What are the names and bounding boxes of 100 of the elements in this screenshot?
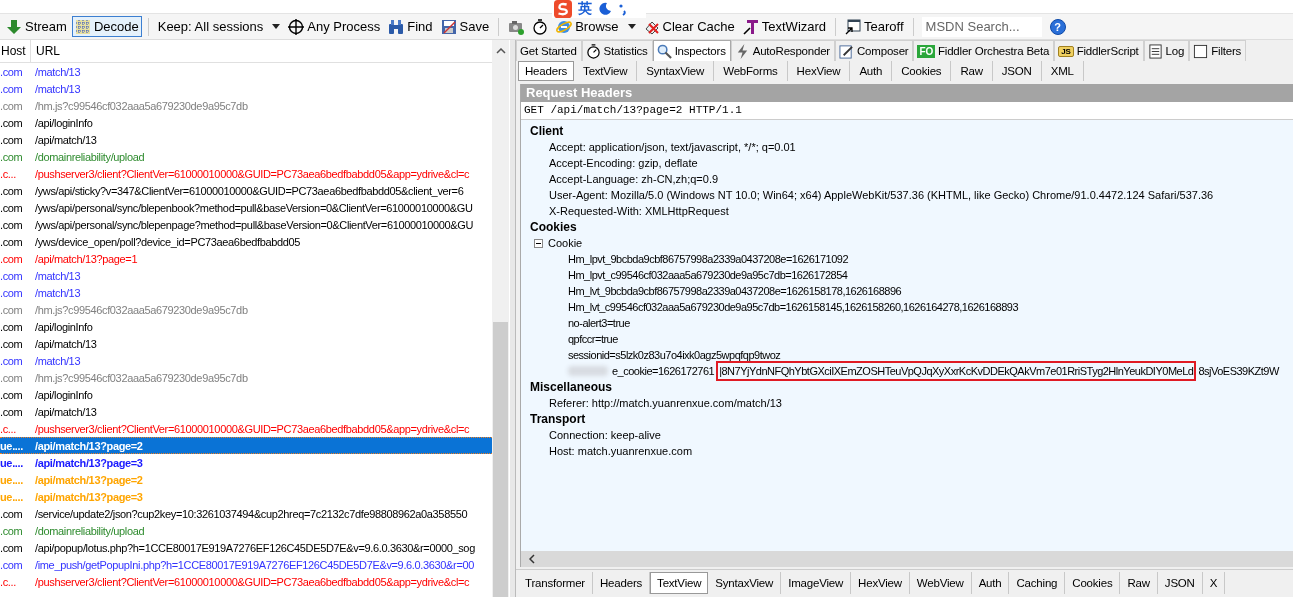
column-header[interactable]: Host (0, 40, 31, 62)
view-tab[interactable]: X (1202, 572, 1226, 594)
header-value: Referer: http://match.yuanrenxue.com/match/13 (548, 396, 783, 411)
toolbar-button[interactable]: Decode (71, 16, 142, 37)
toolbar-button[interactable]: Clear Cache (640, 16, 738, 37)
session-row[interactable]: .com /yws/api/sticky?v=347&ClientVer=61000010000&GUID=PC73aea6bedfbabdd05&client_ver=6 (0, 182, 492, 199)
toolbar-button[interactable]: Save (437, 16, 493, 37)
view-tab[interactable]: HexView (787, 61, 851, 81)
session-row[interactable]: .com /api/loginInfo (0, 114, 492, 131)
inspector-tab[interactable]: Get Started (516, 40, 582, 61)
group-heading: Transport (529, 411, 587, 427)
view-tab[interactable]: TextView (650, 572, 709, 594)
wand-icon (742, 18, 759, 35)
header-value: User-Agent: Mozilla/5.0 (Windows NT 10.0; Win64; x64) AppleWebKit/537.36 (KHTML, like Gecko) Chrome/91.0.4472.124 Safari/537.36 (548, 188, 1215, 203)
session-row[interactable]: .com /match/13 (0, 284, 492, 301)
toolbar-button[interactable]: Tearoff (842, 16, 907, 37)
collapse-toggle[interactable] (534, 238, 543, 248)
search-field[interactable]: MSDN Search... (921, 16, 1042, 37)
session-row[interactable]: .c... /pushserver3/client?ClientVer=61000010000&GUID=PC73aea6bedfbabdd05&app=ydrive&cl=c (0, 573, 492, 590)
header-value: Accept-Language: zh-CN,zh;q=0.9 (548, 172, 720, 187)
session-row[interactable]: .com /api/match/13 (0, 335, 492, 352)
view-tab[interactable]: JSON (992, 61, 1042, 81)
toolbar-button[interactable]: Browse (553, 16, 639, 37)
stopwatch-icon (585, 43, 601, 59)
view-tab[interactable]: Auth (850, 61, 893, 81)
session-row[interactable]: .com /service/update2/json?cup2key=10:3261037494&cup2hreq=7c2132c7dfe98808962a0a358550 (0, 505, 492, 522)
floppy-disk-icon (440, 18, 457, 35)
session-row[interactable]: ue.... /api/match/13?page=2 (0, 437, 492, 454)
view-tab[interactable]: Headers (518, 61, 575, 81)
session-row[interactable]: .com /hm.js?c99546cf032aaa5a679230de9a95c7db (0, 97, 492, 114)
view-tab[interactable]: Raw (951, 61, 993, 81)
punctuation-icon[interactable] (618, 2, 628, 16)
session-row[interactable]: .com /domainreliability/upload (0, 148, 492, 165)
session-row[interactable]: .com /yws/api/personal/sync/blepenbook?method=pull&baseVersion=0&ClientVer=61000010000&GU (0, 199, 492, 216)
session-row[interactable]: .com /yws/api/personal/sync/blepenpage?method=pull&baseVersion=0&ClientVer=61000010000&GU (0, 216, 492, 233)
moon-icon[interactable] (598, 2, 612, 16)
ime-mode-label[interactable]: 英 (578, 0, 592, 18)
toolbar-button[interactable]: TextWizard (739, 16, 830, 37)
header-value: Accept-Encoding: gzip, deflate (548, 156, 699, 171)
inspector-tab[interactable]: Statistics (581, 40, 653, 61)
down-arrow-icon (6, 18, 22, 35)
view-tab[interactable]: XML (1041, 61, 1084, 81)
view-tab[interactable]: WebView (909, 572, 972, 594)
document-icon (1147, 43, 1163, 59)
column-header[interactable]: URL (31, 40, 60, 62)
session-row[interactable]: .com /api/match/13?page=1 (0, 250, 492, 267)
session-row[interactable]: .com /domainreliability/upload (0, 522, 492, 539)
session-row[interactable]: .c... /pushserver3/client?ClientVer=61000010000&GUID=PC73aea6bedfbabdd05&app=ydrive&cl=c (0, 420, 492, 437)
view-tab[interactable]: Cookies (892, 61, 952, 81)
session-row[interactable]: .com /hm.js?c99546cf032aaa5a679230de9a95c7db (0, 369, 492, 386)
view-tab[interactable]: SyntaxView (637, 61, 715, 81)
view-tab[interactable]: JSON (1157, 572, 1203, 594)
session-row[interactable]: .com /match/13 (0, 267, 492, 284)
view-tab[interactable]: Cookies (1065, 572, 1121, 594)
scrollbar[interactable] (521, 551, 1293, 567)
session-row[interactable]: .com /match/13 (0, 352, 492, 369)
session-row[interactable]: .com /api/popup/lotus.php?h=1CCE80017E919A7276EF126C45DE5D7E&v=9.6.0.3630&r=0000_sog (0, 539, 492, 556)
inspector-tab[interactable]: Composer (835, 40, 914, 61)
session-row[interactable]: .c... /pushserver3/client?ClientVer=61000010000&GUID=PC73aea6bedfbabdd05&app=ydrive&cl=c (0, 165, 492, 182)
session-row[interactable]: .com /api/match/13 (0, 131, 492, 148)
scrollbar[interactable] (492, 40, 509, 597)
toolbar-button[interactable]: Find (385, 16, 436, 37)
cookie-value: e_cookie=1626172761 |8N7YjYdnNFQhYbtGXciIXEmZOSHTeuVpQJqXyXxrKcKvDDEkQAkVm7e01RriSTyg2HlnYeukDIY0MeLd 8sjVoES39KZt9W (612, 363, 1279, 379)
view-tab[interactable]: Transformer (518, 572, 593, 594)
session-row[interactable]: .com /api/loginInfo (0, 318, 492, 335)
session-row[interactable]: .com /api/match/13 (0, 403, 492, 420)
toolbar-button[interactable]: Stream (3, 16, 70, 37)
inspector-tab[interactable]: FO Fiddler Orchestra Beta (913, 40, 1055, 61)
view-tab[interactable]: ImageView (781, 572, 852, 594)
grid-icon (74, 18, 91, 35)
inspector-tab[interactable]: JS FiddlerScript (1054, 40, 1144, 61)
window-icon (845, 18, 862, 35)
badge: FO (917, 44, 935, 58)
view-tab[interactable]: Raw (1120, 572, 1158, 594)
session-row[interactable]: ue.... /api/match/13?page=3 (0, 454, 492, 471)
view-tab[interactable]: Caching (1009, 572, 1066, 594)
view-tab[interactable]: HexView (851, 572, 910, 594)
toolbar-button[interactable]: Keep: All sessions (154, 16, 284, 37)
session-row[interactable]: .com /yws/device_open/poll?device_id=PC73aea6bedfbabdd05 (0, 233, 492, 250)
toolbar-button[interactable]: Any Process (285, 16, 384, 37)
header-node[interactable]: Cookie (548, 235, 583, 251)
view-tab[interactable]: TextView (574, 61, 638, 81)
cookie-value: qpfccr=true (568, 332, 618, 347)
inspector-tab[interactable]: AutoResponder (730, 40, 835, 61)
view-tab[interactable]: Auth (971, 572, 1010, 594)
globe-icon (556, 18, 573, 35)
view-tab[interactable]: SyntaxView (708, 572, 782, 594)
help-button[interactable]: ? (1049, 18, 1066, 35)
panel-title: Request Headers (521, 84, 1293, 102)
view-tab[interactable]: WebForms (714, 61, 788, 81)
inspector-tab[interactable]: Inspectors (652, 40, 731, 61)
inspector-tab[interactable]: Filters (1189, 40, 1247, 61)
session-row[interactable]: .com /match/13 (0, 63, 492, 80)
session-row[interactable]: .com /match/13 (0, 80, 492, 97)
session-row[interactable]: .com /api/loginInfo (0, 386, 492, 403)
group-heading: Cookies (529, 219, 578, 235)
inspector-tab[interactable]: Log (1143, 40, 1190, 61)
cookie-value: Hm_lpvt_9bcbda9cbf86757998a2339a0437208e=1626171092 (568, 252, 849, 267)
session-row[interactable]: .com /ime_push/getPopupIni.php?h=1CCE80017E919A7276EF126C45DE5D7E&v=9.6.0.3630&r=00 (0, 556, 492, 573)
session-row[interactable]: .com /hm.js?c99546cf032aaa5a679230de9a95c7db (0, 301, 492, 318)
